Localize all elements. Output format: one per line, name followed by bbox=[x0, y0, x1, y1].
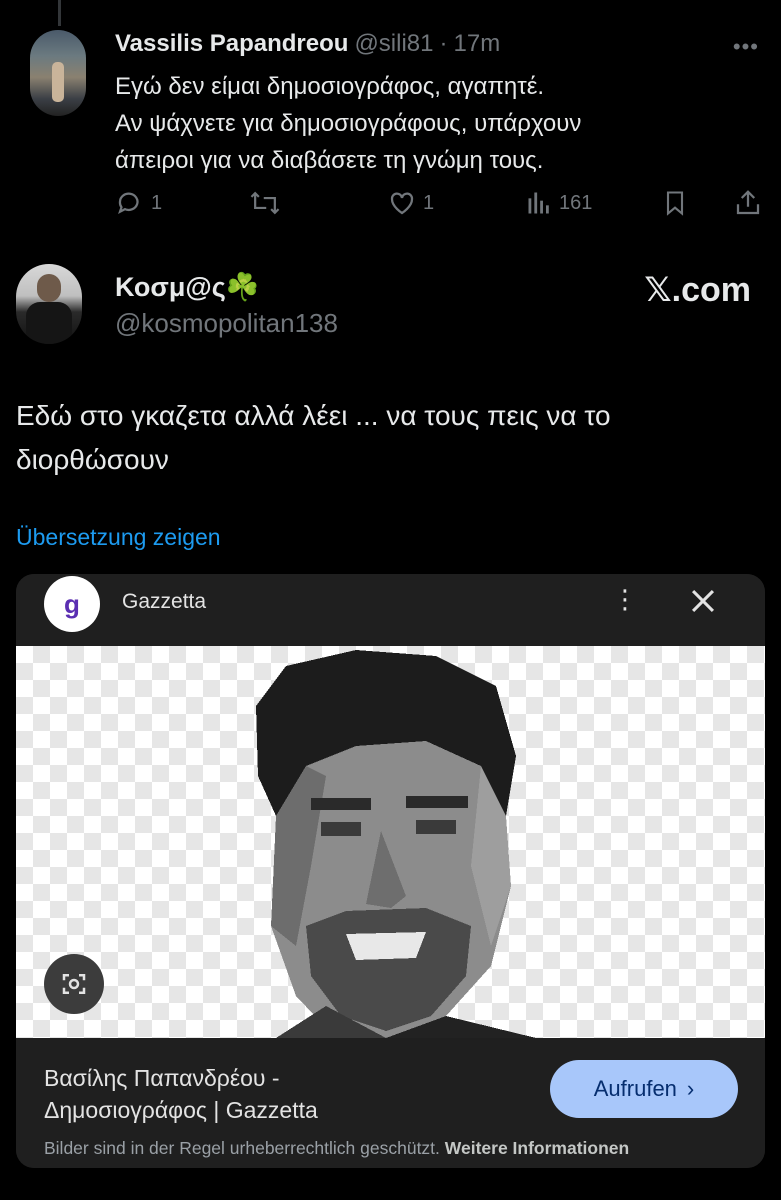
tweet-actions: 1 1 161 bbox=[115, 186, 765, 220]
reply-text-line: άπειροι για να διαβάσετε τη γνώμη τους. bbox=[115, 147, 544, 174]
chevron-right-icon: › bbox=[686, 1076, 695, 1101]
views-button[interactable]: 161 bbox=[525, 186, 592, 220]
reply-text: Εγώ δεν είμαι δημοσιογράφος, αγαπητέ. Αν… bbox=[115, 68, 735, 179]
like-count: 1 bbox=[423, 191, 435, 214]
source-name[interactable]: Gazzetta bbox=[122, 590, 206, 614]
kebab-menu-icon[interactable]: ⋮ bbox=[612, 586, 638, 612]
x-com-logo: 𝕏.com bbox=[644, 271, 751, 309]
reply-author-name[interactable]: Vassilis Papandreou bbox=[115, 30, 348, 58]
close-icon[interactable] bbox=[686, 584, 720, 623]
quoted-author-handle[interactable]: @kosmopolitan138 bbox=[115, 308, 338, 339]
gazzetta-logo[interactable]: g bbox=[44, 576, 100, 632]
view-count: 161 bbox=[559, 191, 593, 214]
heart-icon bbox=[390, 192, 414, 215]
lens-search-button[interactable] bbox=[44, 954, 104, 1014]
analytics-icon bbox=[528, 192, 549, 214]
share-icon bbox=[736, 190, 760, 215]
share-button[interactable] bbox=[733, 186, 763, 220]
like-button[interactable]: 1 bbox=[387, 186, 434, 220]
lens-icon bbox=[62, 974, 86, 994]
reply-text-line: Εγώ δεν είμαι δημοσιογράφος, αγαπητέ. bbox=[115, 73, 545, 100]
reply-header: Vassilis Papandreou @sili81 · 17m bbox=[115, 30, 500, 58]
result-title[interactable]: Βασίλης Παπανδρέου - Δημοσιογράφος | Gaz… bbox=[44, 1062, 364, 1126]
retweet-button[interactable] bbox=[249, 186, 287, 220]
result-image[interactable] bbox=[16, 646, 765, 1038]
reply-text-line: Αν ψάχνετε για δημοσιογράφους, υπάρχουν bbox=[115, 110, 582, 137]
card-header: g Gazzetta ⋮ bbox=[16, 574, 765, 646]
quoted-author-name[interactable]: Κοσμ@ς☘️ bbox=[115, 271, 259, 303]
retweet-icon bbox=[250, 191, 280, 215]
reply-count: 1 bbox=[151, 191, 163, 214]
image-result-card: g Gazzetta ⋮ Βασίλης Παπανδρέου - Δημοσι… bbox=[16, 574, 765, 1168]
reply-author-handle[interactable]: @sili81 bbox=[354, 30, 433, 58]
copyright-text: Bilder sind in der Regel urheberrechtlic… bbox=[44, 1138, 440, 1158]
quoted-avatar[interactable] bbox=[16, 264, 82, 344]
quoted-text-line: Εδώ στο γκαζετα αλλά λέει ... να τους πε… bbox=[16, 400, 611, 431]
reply-timestamp[interactable]: 17m bbox=[454, 30, 501, 58]
more-info-link[interactable]: Weitere Informationen bbox=[445, 1138, 629, 1158]
quoted-text: Εδώ στο γκαζετα αλλά λέει ... να τους πε… bbox=[16, 394, 736, 482]
result-info: Βασίλης Παπανδρέου - Δημοσιογράφος | Gaz… bbox=[16, 1038, 765, 1168]
quoted-text-line: διορθώσουν bbox=[16, 444, 169, 475]
result-title-line: Δημοσιογράφος | Gazzetta bbox=[44, 1097, 318, 1123]
reply-avatar[interactable] bbox=[30, 30, 86, 116]
translate-link[interactable]: Übersetzung zeigen bbox=[16, 524, 221, 551]
meta-separator: · bbox=[439, 30, 448, 57]
open-button-label: Aufrufen bbox=[593, 1076, 677, 1101]
reply-button[interactable]: 1 bbox=[115, 186, 162, 220]
thread-line bbox=[58, 0, 61, 26]
more-options-icon[interactable]: ••• bbox=[733, 34, 759, 60]
copyright-notice: Bilder sind in der Regel urheberrechtlic… bbox=[44, 1138, 629, 1159]
pixelated-portrait bbox=[256, 650, 536, 1038]
result-title-line: Βασίλης Παπανδρέου - bbox=[44, 1065, 280, 1091]
open-button[interactable]: Aufrufen › bbox=[550, 1060, 738, 1118]
bookmark-button[interactable] bbox=[661, 186, 689, 220]
bookmark-icon bbox=[666, 191, 684, 216]
comment-icon bbox=[118, 192, 139, 215]
